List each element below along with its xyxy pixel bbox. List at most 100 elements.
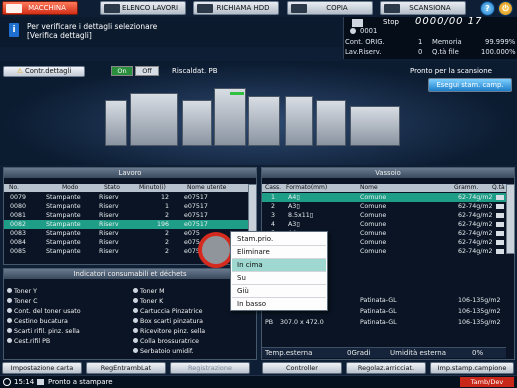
status-time: 15:14 — [14, 378, 35, 386]
impostazione-carta-button[interactable]: Impostazione carta — [2, 362, 82, 374]
esegui-stam-camp-button[interactable]: Esegui stam. camp. — [428, 78, 512, 92]
tray-row[interactable]: 4 A3▯ Comune 62-74g/m2 — [262, 220, 506, 229]
job-row[interactable]: 0079 Stampante Riserv 12 e07517 — [4, 193, 248, 202]
job-row[interactable]: 0081 Stampante Riserv 2 e07517 — [4, 211, 248, 220]
job-cell-min: 12 — [160, 194, 169, 201]
consumable-item: Ricevitore pinz. sella — [133, 327, 205, 336]
imp-stamp-campione-button[interactable]: Imp.stamp.campione — [430, 362, 514, 374]
job-row[interactable]: 0082 Stampante Riserv 196 e07517 — [4, 220, 248, 229]
ready-scan-label: Pronto per la scansione — [410, 67, 492, 75]
status-dot-icon — [133, 348, 138, 353]
consumable-item: Cestino bucatura — [7, 317, 68, 326]
tray-cell-gramm: 62-74g/m2 — [458, 212, 493, 219]
menu-item-giu[interactable]: Giù — [232, 285, 326, 298]
job-cell-min: 2 — [164, 239, 169, 246]
job-row[interactable]: 0080 Stampante Riserv 1 e07517 — [4, 202, 248, 211]
tray-cell-nome: Patinata-GL — [360, 297, 397, 304]
job-cell-modo: Stampante — [46, 203, 81, 210]
tray-cell-formato: A3▯ — [288, 221, 300, 228]
tray-cell-gramm: 62-74g/m2 — [458, 221, 493, 228]
job-cell-no: 0084 — [10, 239, 27, 246]
tamb-dev-badge[interactable]: Tamb/Dev — [460, 377, 514, 387]
job-cell-no: 0082 — [10, 221, 27, 228]
environment-bar: Temp.esterna 0Gradi Umidità esterna 0% — [262, 347, 506, 358]
info-icon: i — [9, 23, 19, 37]
printer-icon — [6, 4, 22, 13]
job-cell-modo: Stampante — [46, 248, 81, 255]
job-cell-modo: Stampante — [46, 212, 81, 219]
paper-level-icon — [496, 222, 504, 227]
user-icon — [350, 28, 356, 34]
job-cell-stato: Riserv — [99, 212, 119, 219]
tray-cell-formato: 8.5x11▯ — [288, 212, 314, 219]
tray-cell-cass: PB — [265, 319, 274, 326]
machine-state: Stop — [383, 18, 399, 26]
registrazione-button[interactable]: Registrazione — [170, 362, 250, 374]
tab-scansiona[interactable]: SCANSIONA — [380, 1, 466, 15]
regolaz-arricciat-button[interactable]: Regolaz.arricciat. — [346, 362, 426, 374]
tray-cell-cass: 3 — [271, 212, 276, 219]
tab-richiama-hdd[interactable]: RICHIAMA HDD — [193, 1, 279, 15]
tab-macchina[interactable]: MACCHINA — [2, 1, 78, 15]
counter-display: 0000/00 17 — [415, 16, 483, 27]
consumable-item: Cont. del toner usato — [7, 307, 81, 316]
paper-level-icon — [496, 213, 504, 218]
menu-item-stam-prio[interactable]: Stam.prio. — [232, 233, 326, 246]
job-cell-min: 2 — [164, 248, 169, 255]
status-dot-icon — [133, 328, 138, 333]
tray-row[interactable]: 3 8.5x11▯ Comune 62-74g/m2 — [262, 211, 506, 220]
menu-item-in-basso[interactable]: In basso — [232, 298, 326, 311]
power-icon[interactable]: ⏻ — [498, 1, 513, 16]
tray-cell-gramm: 62-74g/m2 — [458, 248, 493, 255]
vassoio-scrollbar[interactable] — [506, 184, 515, 254]
tray-row[interactable]: 2 A3▯ Comune 62-74g/m2 — [262, 202, 506, 211]
tray-cell-nome: Patinata-GL — [360, 308, 397, 315]
consumable-item: Cartuccia Pinzatrice — [133, 307, 203, 316]
cont-orig-label: Cont. ORIG. — [345, 38, 385, 46]
job-cell-user: e07517 — [184, 221, 208, 228]
tray-cell-nome: Comune — [360, 212, 387, 219]
status-dot-icon — [7, 318, 12, 323]
consumable-item: Colla brossuratrice — [133, 337, 199, 346]
clock-icon — [3, 378, 11, 386]
temp-value: 0Gradi — [347, 349, 371, 357]
menu-item-in-cima[interactable]: In cima — [232, 259, 326, 272]
heater-off-button[interactable]: Off — [135, 66, 159, 76]
touch-indicator — [198, 232, 234, 268]
job-cell-min: 2 — [164, 212, 169, 219]
job-cell-min: 196 — [156, 221, 169, 228]
status-dot-icon — [7, 298, 12, 303]
tray-row[interactable]: PB 307.0 x 472.0 Patinata-GL 106-135g/m2 — [262, 318, 506, 327]
tray-row[interactable]: 1 A4▯ Comune 62-74g/m2 — [262, 193, 506, 202]
memoria-value: 99.999% — [485, 38, 516, 46]
job-cell-user: e075 — [184, 230, 200, 237]
controller-button[interactable]: Controller — [262, 362, 342, 374]
tray-cell-cass: 2 — [271, 203, 276, 210]
paper-level-icon — [496, 240, 504, 245]
job-cell-modo: Stampante — [46, 230, 81, 237]
consumable-item: Toner M — [133, 287, 165, 296]
consumable-item: Box scarti pinzatura — [133, 317, 203, 326]
consumable-item: Cest.rifil PB — [7, 337, 50, 346]
contr-dettagli-button[interactable]: ⚠ Contr.dettagli — [3, 66, 85, 77]
consumable-item: Toner K — [133, 297, 163, 306]
job-cell-stato: Riserv — [99, 221, 119, 228]
menu-item-su[interactable]: Su — [232, 272, 326, 285]
riscaldat-label: Riscaldat. PB — [172, 67, 218, 75]
tab-copia[interactable]: COPIA — [287, 1, 373, 15]
consumable-item: Toner Y — [7, 287, 37, 296]
menu-item-eliminare[interactable]: Eliminare — [232, 246, 326, 259]
tab-elenco-lavori[interactable]: ELENCO LAVORI — [100, 1, 186, 15]
hdd-icon — [197, 4, 213, 13]
heater-on-button[interactable]: On — [111, 66, 133, 76]
consumable-item: Scarti rifil. pinz. sella — [7, 327, 80, 336]
reg-entramb-lat-button[interactable]: RegEntrambLat — [86, 362, 166, 374]
job-cell-no: 0079 — [10, 194, 27, 201]
tray-cell-gramm: 62-74g/m2 — [458, 194, 493, 201]
help-icon[interactable]: ? — [480, 1, 495, 16]
tray-cell-formato: A4▯ — [288, 194, 300, 201]
consumabili-title: Indicatori consumabili et déchets — [4, 269, 256, 279]
umidita-value: 0% — [472, 349, 484, 357]
paper-level-icon — [496, 231, 504, 236]
qta-file-label: Q.tà file — [432, 48, 459, 56]
